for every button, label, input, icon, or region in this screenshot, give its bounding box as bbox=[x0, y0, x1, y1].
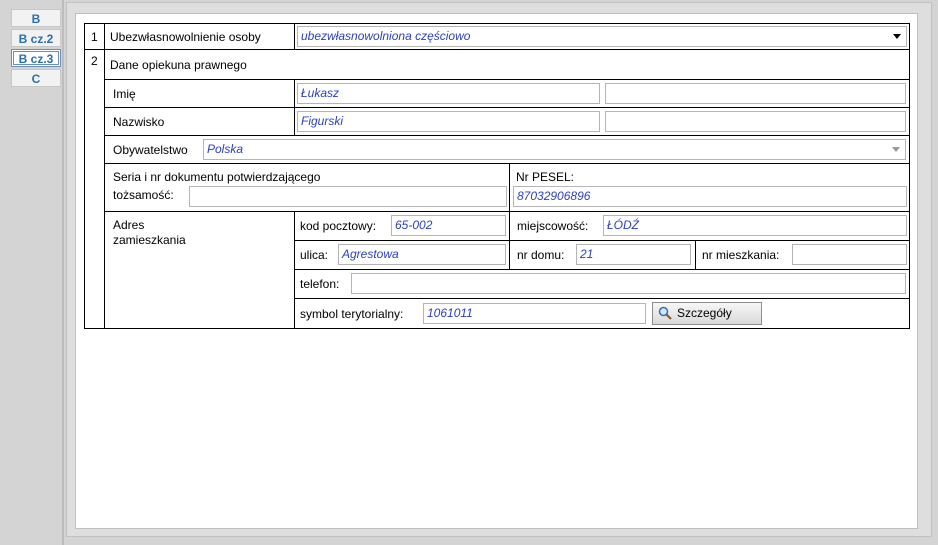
tab-b[interactable]: B bbox=[11, 9, 61, 27]
address-label-line1: Adres bbox=[113, 218, 145, 232]
house-number-label: nr domu: bbox=[517, 248, 565, 262]
postal-code-cell: kod pocztowy: 65-002 bbox=[294, 212, 509, 241]
chevron-down-icon bbox=[893, 34, 901, 39]
territorial-symbol-input[interactable]: 1061011 bbox=[423, 303, 646, 324]
row1-number: 1 bbox=[91, 30, 98, 44]
phone-cell: telefon: bbox=[294, 270, 910, 299]
street-label: ulica: bbox=[300, 248, 329, 262]
street-cell: ulica: Agrestowa bbox=[294, 241, 509, 270]
separator bbox=[62, 0, 64, 545]
house-number-input[interactable]: 21 bbox=[576, 244, 691, 265]
city-input[interactable]: ŁÓDŹ bbox=[603, 215, 907, 236]
magnifier-icon bbox=[658, 306, 672, 320]
phone-label: telefon: bbox=[300, 277, 340, 291]
address-label-cell: Adres zamieszkania bbox=[104, 212, 294, 329]
house-number-cell: nr domu: 21 bbox=[509, 241, 695, 270]
apartment-number-input[interactable] bbox=[792, 244, 907, 265]
row2-number-cell: 2 bbox=[84, 50, 104, 329]
row1-label: Ubezwłasnowolnienie osoby bbox=[110, 30, 261, 44]
street-input[interactable]: Agrestowa bbox=[338, 244, 506, 265]
tab-b-cz3[interactable]: B cz.3 bbox=[11, 49, 61, 67]
form-panel: 1 Ubezwłasnowolnienie osoby ubezwłasnowo… bbox=[75, 13, 918, 529]
document-cell: Seria i nr dokumentu potwierdzającego to… bbox=[104, 164, 509, 212]
obywatelstwo-label: Obywatelstwo bbox=[113, 143, 188, 157]
territorial-symbol-label: symbol terytorialny: bbox=[300, 307, 404, 321]
obywatelstwo-cell: Obywatelstwo Polska bbox=[104, 136, 910, 164]
row1-value-cell: ubezwłasnowolniona częściowo bbox=[294, 23, 910, 50]
section-tabs: B B cz.2 B cz.3 C bbox=[11, 9, 61, 89]
city-cell: miejscowość: ŁÓDŹ bbox=[509, 212, 910, 241]
details-button[interactable]: Szczegóły bbox=[652, 302, 762, 325]
apartment-number-label: nr mieszkania: bbox=[702, 248, 780, 262]
imie-value-cell: Łukasz bbox=[294, 79, 910, 108]
row2-number: 2 bbox=[91, 54, 98, 68]
incapacitation-select[interactable]: ubezwłasnowolniona częściowo bbox=[297, 26, 907, 47]
imie-label: Imię bbox=[113, 87, 136, 101]
chevron-down-icon bbox=[892, 147, 900, 152]
postal-code-input[interactable]: 65-002 bbox=[391, 215, 506, 236]
nazwisko-value-cell: Figurski bbox=[294, 108, 910, 136]
pesel-label: Nr PESEL: bbox=[516, 170, 575, 184]
phone-input[interactable] bbox=[351, 273, 906, 294]
nazwisko-label: Nazwisko bbox=[113, 115, 165, 129]
first-name-input[interactable]: Łukasz bbox=[297, 83, 600, 104]
postal-code-label: kod pocztowy: bbox=[300, 219, 377, 233]
surname-input[interactable]: Figurski bbox=[297, 111, 600, 132]
row1-label-cell: Ubezwłasnowolnienie osoby bbox=[104, 23, 294, 50]
address-label-line2: zamieszkania bbox=[113, 233, 186, 247]
document-number-input[interactable] bbox=[189, 186, 507, 207]
second-name-input[interactable] bbox=[605, 83, 906, 104]
details-button-label: Szczegóły bbox=[677, 306, 732, 320]
pesel-input[interactable]: 87032906896 bbox=[513, 186, 907, 207]
citizenship-value: Polska bbox=[207, 142, 244, 156]
nazwisko-label-cell: Nazwisko bbox=[104, 108, 294, 136]
second-surname-input[interactable] bbox=[605, 111, 906, 132]
apartment-number-cell: nr mieszkania: bbox=[695, 241, 910, 270]
document-label-line2: tożsamość: bbox=[113, 188, 174, 202]
imie-label-cell: Imię bbox=[104, 79, 294, 108]
tab-c[interactable]: C bbox=[11, 69, 61, 87]
document-label-line1: Seria i nr dokumentu potwierdzającego bbox=[113, 170, 321, 184]
row1-number-cell: 1 bbox=[84, 23, 104, 50]
row2-heading-cell: Dane opiekuna prawnego bbox=[104, 50, 910, 79]
citizenship-select[interactable]: Polska bbox=[203, 139, 906, 160]
guardian-heading: Dane opiekuna prawnego bbox=[110, 58, 247, 72]
tab-b-cz2[interactable]: B cz.2 bbox=[11, 29, 61, 47]
pesel-cell: Nr PESEL: 87032906896 bbox=[509, 164, 910, 212]
territorial-symbol-cell: symbol terytorialny: 1061011 Szczegóły bbox=[294, 299, 910, 329]
city-label: miejscowość: bbox=[517, 219, 589, 233]
incapacitation-value: ubezwłasnowolniona częściowo bbox=[301, 29, 471, 43]
